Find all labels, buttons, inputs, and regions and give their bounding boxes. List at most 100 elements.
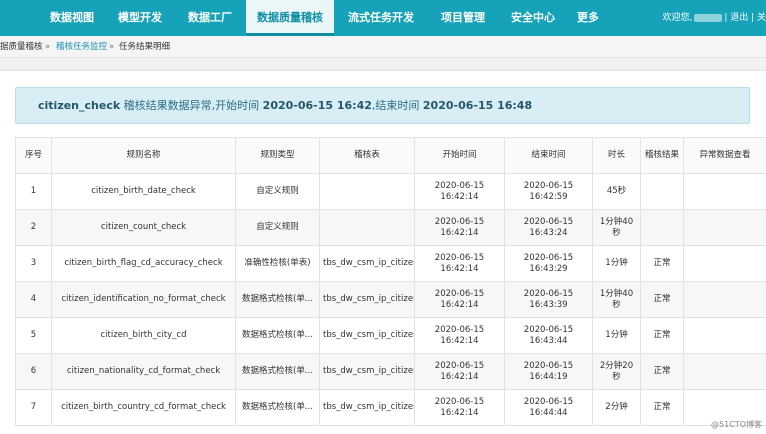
- alert-text: ,结束时间: [371, 99, 423, 112]
- nav-item-more[interactable]: 更多: [568, 0, 608, 36]
- table-row[interactable]: 1 citizen_birth_date_check 自定义规则 2020-06…: [15, 173, 766, 210]
- cell-rule-name: citizen_birth_date_check: [51, 173, 236, 210]
- alert-start-time: 2020-06-15 16:42: [262, 99, 372, 112]
- nav-item-model-dev[interactable]: 模型开发: [106, 0, 174, 36]
- col-header-result[interactable]: 稽核结果: [640, 137, 684, 174]
- cell-end-time: 2020-06-15 16:43:24: [504, 209, 593, 246]
- cell-end-time: 2020-06-15 16:43:39: [504, 281, 593, 318]
- table-header-row: 序号 规则名称 规则类型 稽核表 开始时间 结束时间 时长 稽核结果 异常数据查…: [15, 137, 766, 174]
- cell-end-time: 2020-06-15 16:43:29: [504, 245, 593, 282]
- table-row[interactable]: 6 citizen_nationality_cd_format_check 数据…: [15, 353, 766, 390]
- cell-audit-table: tbs_dw_csm_ip_citizen: [319, 245, 415, 282]
- cell-seq: 7: [15, 389, 52, 426]
- user-area: 欢迎您, | 退出 | 关: [662, 0, 766, 36]
- table-row[interactable]: 5 citizen_birth_city_cd 数据格式检核(单... tbs_…: [15, 317, 766, 354]
- table-row[interactable]: 7 citizen_birth_country_cd_format_check …: [15, 389, 766, 426]
- breadcrumb-root[interactable]: 据质量稽核: [0, 36, 43, 57]
- alert-end-time: 2020-06-15 16:48: [422, 99, 533, 112]
- nav-item-stream-dev[interactable]: 流式任务开发: [334, 0, 428, 36]
- nav-item-data-quality[interactable]: 数据质量稽核: [246, 0, 334, 36]
- cell-seq: 1: [15, 173, 52, 210]
- cell-end-time: 2020-06-15 16:44:19: [504, 353, 593, 390]
- col-header-view-abnormal: 异常数据查看: [683, 137, 766, 174]
- alert-text: 稽核结果数据异常,开始时间: [120, 99, 263, 112]
- cell-result: [640, 209, 684, 246]
- table-row[interactable]: 2 citizen_count_check 自定义规则 2020-06-15 1…: [15, 209, 766, 246]
- cell-duration: 1分钟40秒: [592, 209, 641, 246]
- user-name-blurred: [694, 13, 723, 22]
- cell-result: 正常: [640, 353, 684, 390]
- col-header-start-time[interactable]: 开始时间: [414, 137, 505, 174]
- watermark: @51CTO博客: [711, 420, 762, 429]
- cell-rule-type: 数据格式检核(单...: [235, 389, 320, 426]
- breadcrumb-separator: »: [109, 42, 115, 52]
- cell-view-abnormal[interactable]: [683, 317, 766, 354]
- cell-result: 正常: [640, 317, 684, 354]
- cell-view-abnormal[interactable]: [683, 245, 766, 282]
- cell-view-abnormal[interactable]: [683, 173, 766, 210]
- breadcrumb-link-audit-monitor[interactable]: 稽核任务监控: [56, 36, 107, 57]
- col-header-rule-name[interactable]: 规则名称: [51, 137, 236, 174]
- cell-rule-type: 准确性检核(单表): [235, 245, 320, 282]
- cell-seq: 5: [15, 317, 52, 354]
- cell-rule-type: 数据格式检核(单...: [235, 317, 320, 354]
- cell-seq: 4: [15, 281, 52, 318]
- cell-audit-table: [319, 173, 415, 210]
- cell-view-abnormal[interactable]: [683, 281, 766, 318]
- cell-start-time: 2020-06-15 16:42:14: [414, 281, 505, 318]
- cell-rule-name: citizen_nationality_cd_format_check: [51, 353, 236, 390]
- cell-view-abnormal[interactable]: [683, 353, 766, 390]
- cell-start-time: 2020-06-15 16:42:14: [414, 209, 505, 246]
- alert-job-name: citizen_check: [38, 99, 121, 112]
- col-header-end-time[interactable]: 结束时间: [504, 137, 593, 174]
- cell-start-time: 2020-06-15 16:42:14: [414, 317, 505, 354]
- cell-rule-type: 数据格式检核(单...: [235, 353, 320, 390]
- cell-start-time: 2020-06-15 16:42:14: [414, 389, 505, 426]
- cell-rule-type: 自定义规则: [235, 173, 320, 210]
- cell-duration: 1分钟40秒: [592, 281, 641, 318]
- cell-rule-type: 自定义规则: [235, 209, 320, 246]
- breadcrumb-current: 任务结果明细: [119, 42, 171, 52]
- table-row[interactable]: 4 citizen_identification_no_format_check…: [15, 281, 766, 318]
- cell-result: [640, 173, 684, 210]
- cell-duration: 45秒: [592, 173, 641, 210]
- result-alert: citizen_check 稽核结果数据异常,开始时间 2020-06-15 1…: [15, 87, 750, 124]
- logout-link[interactable]: | 退出 | 关: [724, 13, 766, 23]
- cell-seq: 3: [15, 245, 52, 282]
- cell-result: 正常: [640, 245, 684, 282]
- cell-duration: 1分钟: [592, 245, 641, 282]
- cell-rule-name: citizen_identification_no_format_check: [51, 281, 236, 318]
- nav-item-data-factory[interactable]: 数据工厂: [174, 0, 246, 36]
- main-panel: citizen_check 稽核结果数据异常,开始时间 2020-06-15 1…: [0, 70, 766, 434]
- table-row[interactable]: 3 citizen_birth_flag_cd_accuracy_check 准…: [15, 245, 766, 282]
- nav-item-project-mgmt[interactable]: 项目管理: [428, 0, 498, 36]
- top-navbar: 数据视图 模型开发 数据工厂 数据质量稽核 流式任务开发 项目管理 安全中心 更…: [0, 0, 766, 36]
- cell-rule-type: 数据格式检核(单...: [235, 281, 320, 318]
- cell-start-time: 2020-06-15 16:42:14: [414, 173, 505, 210]
- col-header-rule-type[interactable]: 规则类型: [235, 137, 320, 174]
- cell-rule-name: citizen_count_check: [51, 209, 236, 246]
- nav-item-data-view[interactable]: 数据视图: [38, 0, 106, 36]
- cell-result: 正常: [640, 281, 684, 318]
- col-header-duration[interactable]: 时长: [592, 137, 641, 174]
- breadcrumb-separator: »: [45, 42, 51, 52]
- cell-result: 正常: [640, 389, 684, 426]
- cell-end-time: 2020-06-15 16:42:59: [504, 173, 593, 210]
- cell-duration: 2分钟: [592, 389, 641, 426]
- col-header-audit-table[interactable]: 稽核表: [319, 137, 415, 174]
- cell-start-time: 2020-06-15 16:42:14: [414, 353, 505, 390]
- result-table: 序号 规则名称 规则类型 稽核表 开始时间 结束时间 时长 稽核结果 异常数据查…: [15, 137, 766, 426]
- cell-audit-table: [319, 209, 415, 246]
- cell-end-time: 2020-06-15 16:44:44: [504, 389, 593, 426]
- cell-seq: 2: [15, 209, 52, 246]
- cell-duration: 1分钟: [592, 317, 641, 354]
- cell-view-abnormal[interactable]: [683, 209, 766, 246]
- cell-audit-table: tbs_dw_csm_ip_citizen: [319, 353, 415, 390]
- cell-rule-name: citizen_birth_city_cd: [51, 317, 236, 354]
- cell-end-time: 2020-06-15 16:43:44: [504, 317, 593, 354]
- nav-item-security[interactable]: 安全中心: [498, 0, 568, 36]
- cell-audit-table: tbs_dw_csm_ip_citizen: [319, 389, 415, 426]
- cell-duration: 2分钟20秒: [592, 353, 641, 390]
- welcome-text: 欢迎您,: [662, 13, 693, 23]
- cell-rule-name: citizen_birth_flag_cd_accuracy_check: [51, 245, 236, 282]
